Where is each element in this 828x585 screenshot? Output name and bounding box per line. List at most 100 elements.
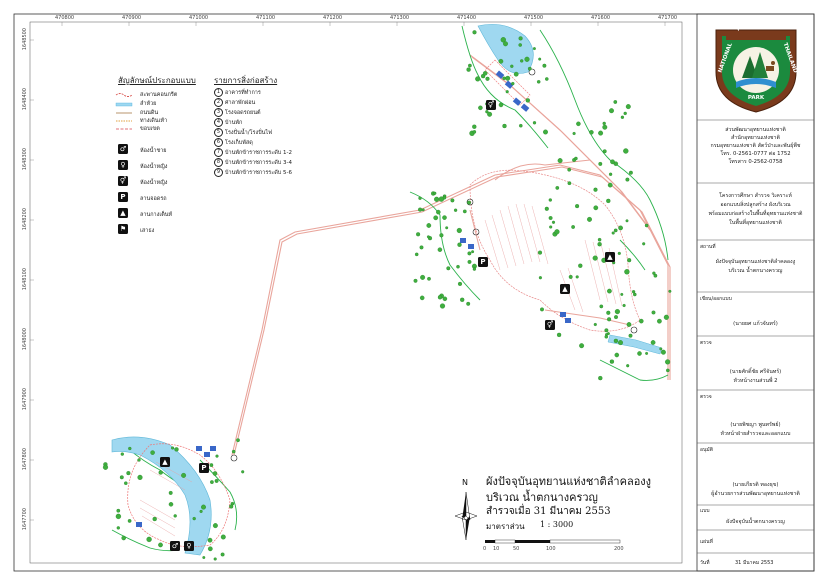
tree-marker (532, 121, 537, 125)
tree-marker (652, 271, 656, 275)
tree-marker (472, 130, 477, 134)
tree-marker (567, 181, 572, 186)
tree-marker (627, 258, 632, 263)
tree-marker (513, 71, 519, 77)
grid-tick-left: 1648300 (22, 148, 28, 171)
restroom-icon[interactable]: ⚥ (545, 320, 555, 330)
tree-marker (668, 289, 672, 293)
tree-marker (518, 43, 522, 47)
tree-marker (607, 288, 612, 294)
tree-marker (462, 209, 467, 214)
legend-item-boundary: ขอบเขต (140, 126, 160, 132)
grid-tick-top: 470900 (122, 15, 142, 21)
tree-marker (545, 77, 549, 81)
tree-marker (466, 67, 471, 72)
tree-marker (472, 30, 477, 35)
parking-icon[interactable]: P (199, 463, 209, 473)
grid-tick-top: 471000 (189, 15, 209, 21)
scale-value: 1 : 3000 (540, 520, 574, 529)
tree-marker (487, 111, 493, 117)
tree-marker (442, 215, 447, 220)
parking-icon[interactable]: P (478, 257, 488, 267)
camping-icon: ▲ (118, 208, 128, 218)
tree-marker (628, 333, 633, 338)
tree-marker (605, 333, 608, 336)
tree-marker (637, 351, 642, 356)
tree-marker (121, 535, 126, 541)
tree-marker (116, 508, 121, 513)
grid-tick-left: 1647700 (22, 508, 28, 531)
grid-tick-left: 1648200 (22, 208, 28, 231)
male-restroom-icon[interactable]: ♂ (170, 541, 180, 551)
date-value: 31 มีนาคม 2553 (735, 560, 774, 566)
grid-tick-left: 1647800 (22, 448, 28, 471)
north-label: N (462, 478, 468, 487)
tree-marker (538, 276, 542, 280)
tree-marker (127, 519, 132, 523)
camping-icon[interactable]: ▲ (560, 284, 570, 294)
tree-marker (589, 130, 594, 135)
grid-tick-top: 471200 (323, 15, 343, 21)
tree-marker (192, 516, 196, 521)
tree-marker (575, 275, 579, 279)
drawing-name: ผังปัจจุบันน้ำตกนางครวญ (726, 519, 785, 525)
tree-marker (439, 233, 444, 238)
tree-marker (597, 237, 602, 242)
tree-marker (598, 375, 603, 381)
outer-frame (13, 13, 815, 572)
tree-marker (158, 470, 163, 475)
tree-marker (457, 242, 462, 247)
camping-icon[interactable]: ▲ (160, 457, 170, 467)
tree-marker (168, 490, 173, 495)
tree-marker (128, 446, 132, 451)
female-restroom-icon[interactable]: ♀ (184, 541, 194, 551)
legend-line-samples (115, 93, 133, 130)
tree-marker (427, 276, 431, 281)
tree-marker (456, 227, 462, 234)
tree-marker (614, 352, 620, 358)
tree-marker (611, 231, 615, 235)
tree-marker (540, 307, 544, 312)
tree-marker (592, 255, 598, 261)
tree-marker (231, 449, 236, 454)
tree-marker (207, 546, 213, 552)
tree-marker (475, 76, 481, 82)
tree-marker (639, 318, 644, 324)
project-line: พร้อมแบบก่อสร้างในพื้นที่อุทยานแห่งชาติ (708, 211, 803, 217)
approve-title: ผู้อำนวยการส่วนพัฒนาอุทยานแห่งชาติ (711, 491, 800, 497)
tree-marker (426, 223, 432, 228)
scale-label: มาตราส่วน (486, 522, 525, 531)
tree-marker (518, 36, 523, 41)
tree-marker (472, 124, 477, 129)
tree-marker (116, 526, 120, 530)
grid-tick-top: 471400 (457, 15, 477, 21)
restroom-icon[interactable]: ⚥ (486, 100, 496, 110)
tree-marker (599, 304, 604, 309)
designer-name: (นายยศ แก้วจันทร์) (733, 321, 778, 327)
tree-marker (209, 463, 214, 467)
grid-tick-top: 471100 (256, 15, 276, 21)
southwest-area (111, 436, 238, 556)
tree-marker (173, 514, 177, 518)
grid-tick-top: 471300 (390, 15, 410, 21)
tree-marker (609, 359, 615, 364)
tree-marker (439, 303, 446, 309)
project-line: ในพื้นที่อุทยานแห่งชาติ (729, 220, 782, 226)
tree-marker (587, 216, 592, 222)
tree-marker (467, 259, 472, 264)
tree-marker (207, 537, 213, 543)
legend-item-footpath: ทางเดินเท้า (140, 118, 168, 124)
north-arrow (454, 491, 478, 541)
org-line: ส่วนพัฒนาอุทยานแห่งชาติ (725, 127, 786, 133)
camping-icon[interactable]: ▲ (605, 252, 615, 262)
tree-marker (622, 303, 626, 308)
tree-marker (617, 251, 621, 255)
scale-tick: 50 (513, 546, 520, 552)
tree-marker (181, 472, 187, 478)
facility-item: 3 โรงจอดรถยนต์ (214, 108, 261, 117)
tree-marker (215, 454, 219, 458)
restroom-icon: ⚥ (118, 176, 128, 186)
check2-name: (นายพิชญา พูนทรัพย์) (730, 422, 781, 428)
approve-name: (นายเกียรติ ทองธุข) (732, 482, 779, 488)
facility-item: 6 โรงเก็บพัสดุ (214, 138, 253, 147)
